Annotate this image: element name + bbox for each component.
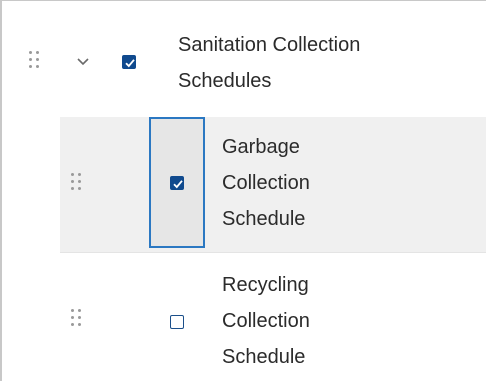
drag-handle-icon[interactable] xyxy=(71,173,81,190)
layer-title-line3: Schedule xyxy=(222,208,306,230)
layer-title-line3: Schedule xyxy=(222,346,306,368)
layer-row-recycling[interactable]: Recycling Collection Schedule xyxy=(60,253,486,381)
drag-handle-icon[interactable] xyxy=(29,51,39,68)
layer-title-line1: Recycling xyxy=(222,274,309,296)
layer-group-title-line2: Schedules xyxy=(178,70,272,92)
layer-group-title-line1: Sanitation Collection xyxy=(178,34,361,56)
chevron-down-icon[interactable] xyxy=(76,57,90,67)
drag-handle-icon[interactable] xyxy=(71,309,81,326)
layer-list-panel: Sanitation Collection Schedules Garbage … xyxy=(0,0,486,381)
layer-title-line1: Garbage xyxy=(222,136,300,158)
group-visibility-checkbox[interactable] xyxy=(122,55,136,69)
layer-title-line2: Collection xyxy=(222,172,310,194)
layer-row-garbage[interactable]: Garbage Collection Schedule xyxy=(60,117,486,252)
recycling-visibility-checkbox[interactable] xyxy=(170,315,184,329)
layer-title-line2: Collection xyxy=(222,310,310,332)
layer-group-row[interactable]: Sanitation Collection Schedules xyxy=(2,1,486,117)
garbage-visibility-checkbox[interactable] xyxy=(170,176,184,190)
